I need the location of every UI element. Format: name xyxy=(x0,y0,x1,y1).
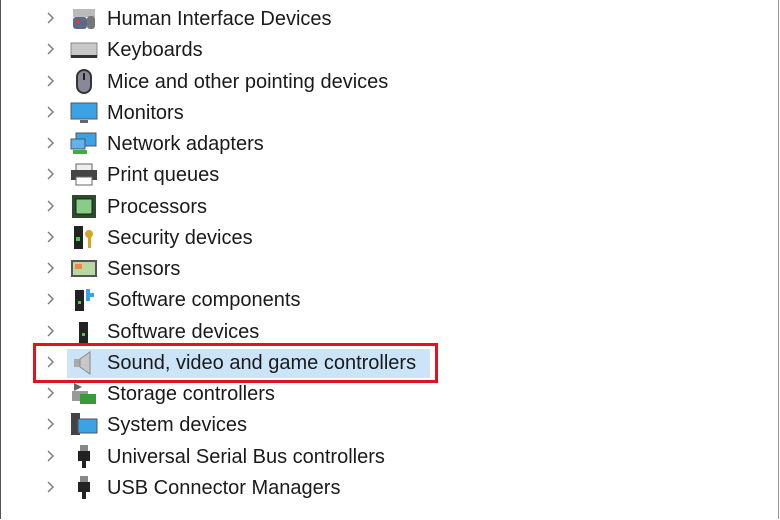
mouse-icon xyxy=(70,68,98,94)
tree-item[interactable]: Monitors xyxy=(0,97,780,128)
tree-item-label: Universal Serial Bus controllers xyxy=(107,445,385,468)
chevron-right-icon[interactable] xyxy=(44,480,58,494)
chevron-right-icon[interactable] xyxy=(44,292,58,306)
keyboard-icon xyxy=(70,37,98,62)
tree-item-label: Print queues xyxy=(107,164,220,187)
tree-item-label: Security devices xyxy=(107,226,253,249)
chevron-right-icon[interactable] xyxy=(44,324,58,338)
tree-item-label: Human Interface Devices xyxy=(107,8,332,30)
chevron-right-icon[interactable] xyxy=(44,449,58,463)
tree-item-label: System devices xyxy=(107,414,248,437)
tree-item-label: USB Connector Managers xyxy=(107,476,341,499)
hid-icon xyxy=(70,6,98,31)
processor-icon xyxy=(70,194,98,219)
tree-item-label: Network adapters xyxy=(107,133,264,155)
tree-item-label: Storage controllers xyxy=(107,383,275,405)
tree-item[interactable]: Mice and other pointing devices xyxy=(0,66,780,97)
chevron-right-icon[interactable] xyxy=(44,261,58,275)
chevron-right-icon[interactable] xyxy=(44,105,58,119)
tree-item[interactable]: USB Connector Managers xyxy=(0,472,780,503)
software-device-icon xyxy=(70,319,98,344)
sensor-icon xyxy=(70,256,98,281)
usb-connector-icon xyxy=(70,475,98,500)
chevron-right-icon[interactable] xyxy=(44,136,58,150)
monitor-icon xyxy=(70,100,98,125)
software-component-icon xyxy=(70,287,98,312)
tree-item[interactable]: Universal Serial Bus controllers xyxy=(0,441,780,472)
tree-item-label: Monitors xyxy=(107,101,184,124)
tree-item-label: Software components xyxy=(107,289,301,312)
chevron-right-icon[interactable] xyxy=(44,417,58,431)
tree-item[interactable]: Software components xyxy=(0,284,780,315)
chevron-right-icon[interactable] xyxy=(44,74,58,88)
tree-item[interactable]: Human Interface Devices xyxy=(0,3,780,34)
tree-item-label: Mice and other pointing devices xyxy=(107,70,389,93)
chevron-right-icon[interactable] xyxy=(44,199,58,213)
tree-item[interactable]: System devices xyxy=(0,409,780,440)
tree-item[interactable]: Processors xyxy=(0,191,780,222)
tree-item-label: Processors xyxy=(107,195,208,218)
tree-item[interactable]: Network adapters xyxy=(0,128,780,159)
chevron-right-icon[interactable] xyxy=(44,167,58,181)
network-adapter-icon xyxy=(70,131,98,156)
tree-item-label: Sensors xyxy=(107,258,181,280)
storage-controller-icon xyxy=(70,381,98,406)
chevron-right-icon[interactable] xyxy=(44,11,58,25)
system-device-icon xyxy=(70,412,98,437)
security-device-icon xyxy=(70,225,98,250)
chevron-right-icon[interactable] xyxy=(44,42,58,56)
tree-item[interactable]: Sensors xyxy=(0,253,780,284)
tree-item-label: Keyboards xyxy=(107,39,203,62)
usb-icon xyxy=(70,444,98,469)
printer-icon xyxy=(70,162,98,187)
tree-item[interactable]: Print queues xyxy=(0,159,780,190)
tree-item[interactable]: Keyboards xyxy=(0,34,780,65)
tree-item-label: Software devices xyxy=(107,320,260,343)
chevron-right-icon[interactable] xyxy=(44,230,58,244)
device-tree[interactable]: Human Interface Devices Keyboards Mice and… xyxy=(0,3,780,503)
tree-item[interactable]: Security devices xyxy=(0,222,780,253)
highlight-box xyxy=(33,343,438,383)
chevron-right-icon[interactable] xyxy=(44,386,58,400)
